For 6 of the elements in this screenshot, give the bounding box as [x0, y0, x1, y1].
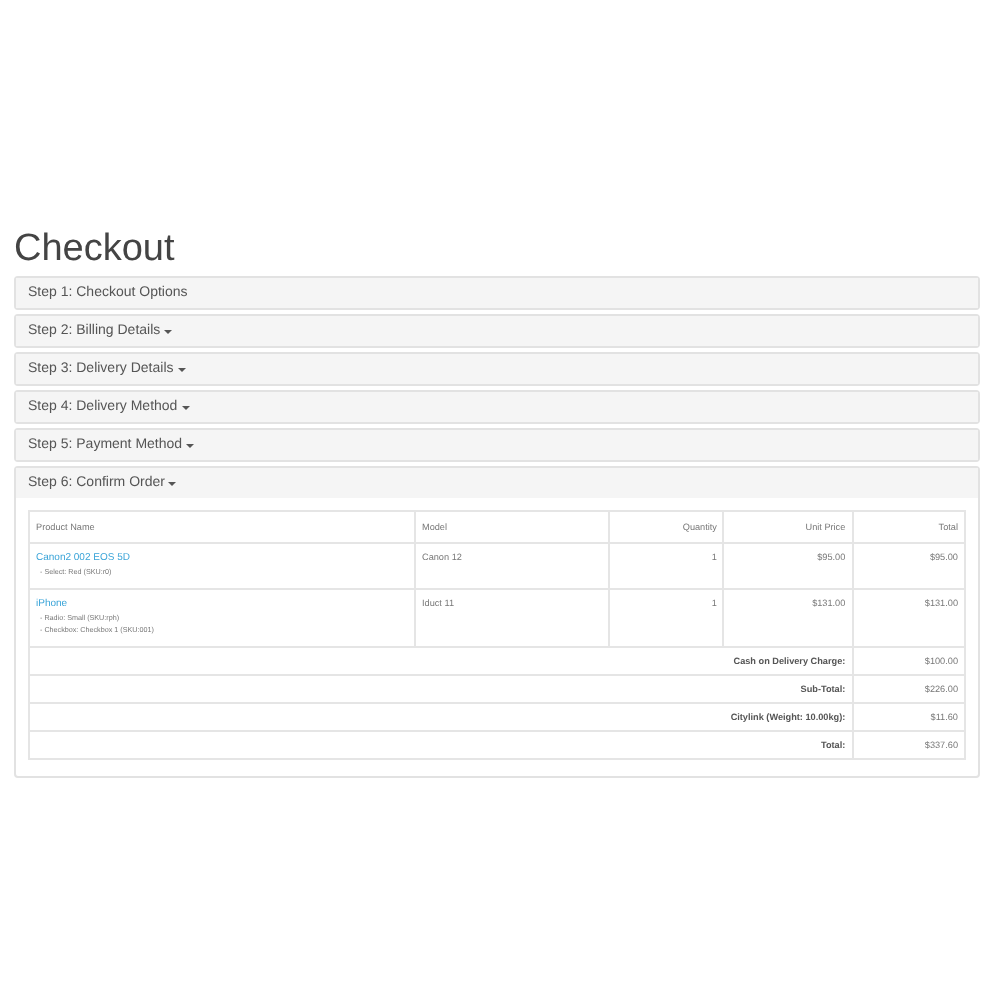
caret-icon	[177, 367, 186, 371]
caret-icon	[164, 329, 173, 333]
caret-icon	[168, 481, 177, 485]
caret-icon	[186, 443, 195, 447]
caret-icon	[181, 405, 190, 409]
page-title: Checkout	[14, 228, 177, 270]
